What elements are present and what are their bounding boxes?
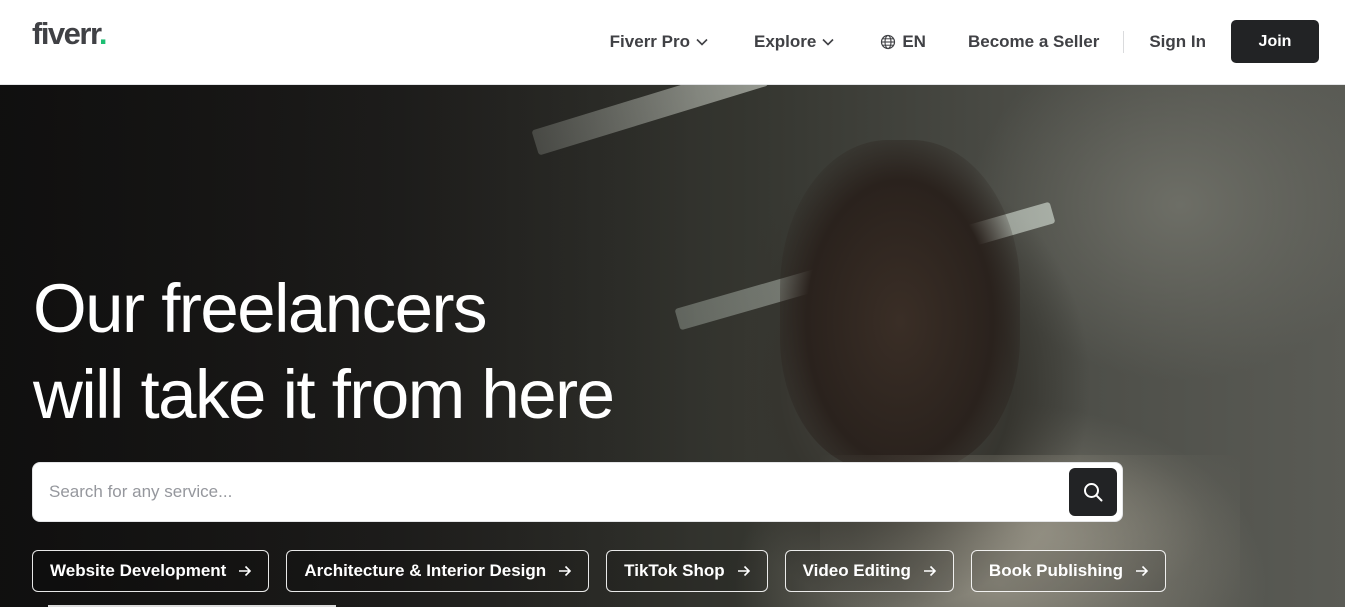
search-icon bbox=[1084, 483, 1103, 502]
category-chip-label: Architecture & Interior Design bbox=[304, 561, 547, 580]
fiverr-logo[interactable]: fiverr. bbox=[32, 16, 108, 51]
hero-section: Our freelancers will take it from here W… bbox=[0, 85, 1345, 607]
category-chip-architecture-interior-design[interactable]: Architecture & Interior Design bbox=[286, 550, 590, 592]
search-bar bbox=[32, 462, 1123, 522]
hero-headline-line1: Our freelancers bbox=[33, 270, 488, 347]
become-seller-link[interactable]: Become a Seller bbox=[968, 32, 1099, 52]
nav-divider bbox=[1123, 30, 1125, 53]
explore-menu[interactable]: Explore bbox=[754, 32, 834, 52]
fiverr-pro-label: Fiverr Pro bbox=[609, 31, 690, 51]
popular-categories: Website Development Architecture & Inter… bbox=[32, 550, 1167, 592]
category-chip-website-development[interactable]: Website Development bbox=[32, 550, 270, 592]
chevron-down-icon bbox=[822, 38, 834, 46]
arrow-right-icon bbox=[923, 565, 937, 577]
explore-label: Explore bbox=[753, 31, 817, 51]
category-chip-label: Book Publishing bbox=[988, 561, 1124, 580]
arrow-right-icon bbox=[559, 565, 572, 577]
main-nav: Fiverr Pro Explore EN Become a Seller Si… bbox=[610, 20, 1319, 63]
hero-background-person bbox=[780, 140, 1020, 470]
arrow-right-icon bbox=[1136, 565, 1149, 577]
category-chip-tiktok-shop[interactable]: TikTok Shop bbox=[606, 550, 768, 592]
category-chip-label: TikTok Shop bbox=[624, 561, 725, 580]
fiverr-pro-menu[interactable]: Fiverr Pro bbox=[610, 32, 708, 52]
category-chip-book-publishing[interactable]: Book Publishing bbox=[970, 550, 1167, 592]
become-seller-label: Become a Seller bbox=[967, 31, 1100, 51]
globe-icon bbox=[881, 34, 896, 49]
logo-text: fiverr bbox=[32, 16, 100, 51]
language-selector[interactable]: EN bbox=[880, 32, 926, 52]
join-button[interactable]: Join bbox=[1231, 20, 1319, 63]
hero-headline: Our freelancers will take it from here bbox=[33, 266, 733, 438]
top-navbar: fiverr. Fiverr Pro Explore EN Become a S… bbox=[0, 0, 1345, 85]
search-input[interactable] bbox=[49, 463, 1059, 521]
arrow-right-icon bbox=[737, 565, 750, 577]
chevron-down-icon bbox=[696, 38, 708, 46]
sign-in-link[interactable]: Sign In bbox=[1149, 32, 1206, 52]
category-chip-label: Video Editing bbox=[802, 561, 911, 580]
hero-headline-line2: will take it from here bbox=[33, 356, 615, 433]
category-chip-label: Website Development bbox=[50, 561, 227, 580]
category-chip-video-editing[interactable]: Video Editing bbox=[784, 550, 954, 592]
logo-dot: . bbox=[98, 16, 108, 51]
language-label: EN bbox=[902, 31, 926, 51]
sign-in-label: Sign In bbox=[1149, 31, 1206, 51]
search-button[interactable] bbox=[1069, 468, 1117, 516]
arrow-right-icon bbox=[239, 565, 252, 577]
